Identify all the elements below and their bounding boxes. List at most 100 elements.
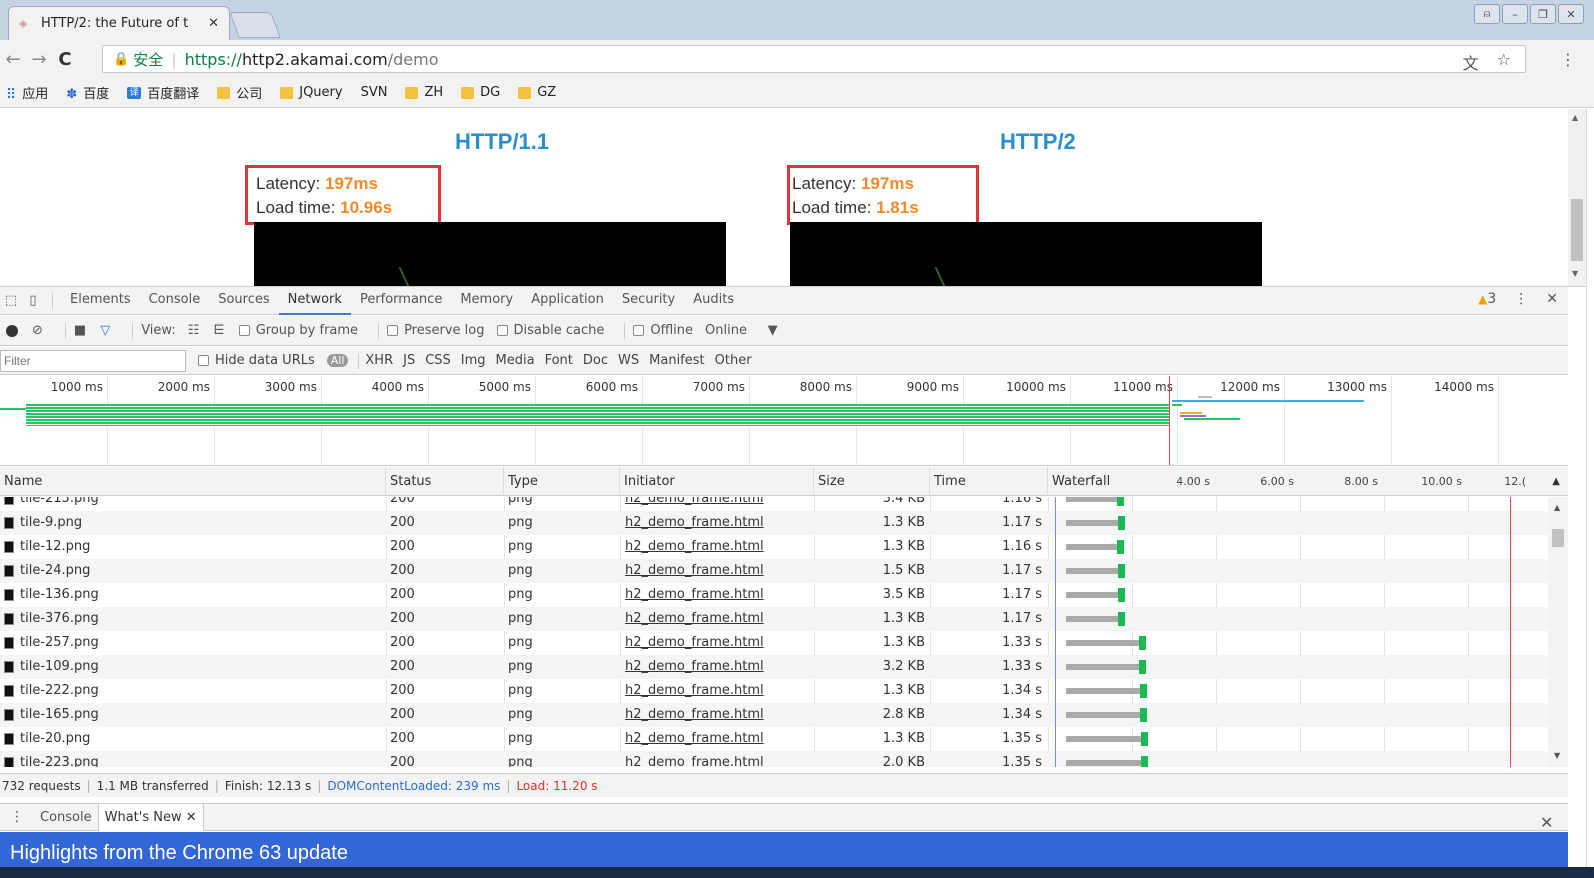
filter-type-all[interactable]: All (326, 354, 349, 367)
request-initiator-link[interactable]: h2_demo_frame.html (625, 751, 805, 767)
tab-network[interactable]: Network (278, 287, 351, 315)
filter-type-js[interactable]: JS (403, 353, 415, 368)
network-overview[interactable]: 1000 ms 2000 ms 3000 ms 4000 ms 5000 ms 6000 … (0, 376, 1568, 466)
filter-type-other[interactable]: Other (715, 353, 752, 368)
filter-type-media[interactable]: Media (496, 353, 535, 368)
bookmark-baidu-fanyi[interactable]: 译百度翻译 (127, 83, 199, 102)
filter-type-css[interactable]: CSS (425, 353, 451, 368)
close-tab-icon[interactable]: ✕ (186, 810, 197, 825)
bookmark-baidu[interactable]: ✽ 百度 (66, 83, 109, 103)
throttling-select[interactable]: Online ▼ (705, 323, 778, 338)
table-row[interactable]: tile-20.png 200 png h2_demo_frame.html 1.3 K… (0, 727, 1548, 751)
checkbox[interactable] (633, 325, 645, 336)
sort-ascending-icon[interactable]: ▲ (1552, 467, 1560, 496)
browser-tab[interactable]: ◈ HTTP/2: the Future of t ✕ (8, 6, 230, 40)
tab-close-icon[interactable]: ✕ (208, 16, 219, 31)
request-initiator-link[interactable]: h2_demo_frame.html (625, 655, 805, 679)
record-icon[interactable] (6, 324, 18, 337)
offline-checkbox[interactable]: Offline (633, 323, 693, 338)
checkbox[interactable] (198, 355, 209, 366)
bookmark-folder-dg[interactable]: DG (461, 85, 500, 100)
disable-cache-checkbox[interactable]: Disable cache (496, 323, 604, 338)
bookmark-folder-gongsi[interactable]: 公司 (217, 83, 262, 102)
drawer-tab-whats-new[interactable]: What's New ✕ (97, 803, 204, 831)
table-row[interactable]: tile-215.png 200 png h2_demo_frame.html 3.4 … (0, 497, 1548, 511)
column-initiator[interactable]: Initiator (620, 467, 814, 496)
inspect-element-icon[interactable]: ⬚ (0, 293, 22, 308)
table-row[interactable]: tile-222.png 200 png h2_demo_frame.html 1.3 … (0, 679, 1548, 703)
table-row[interactable]: tile-109.png 200 png h2_demo_frame.html 3.2 … (0, 655, 1548, 679)
hide-data-urls-checkbox[interactable]: Hide data URLs (198, 353, 315, 368)
table-row[interactable]: tile-376.png 200 png h2_demo_frame.html 1.3 … (0, 607, 1548, 631)
bookmark-folder-gz[interactable]: GZ (518, 85, 556, 100)
filter-type-xhr[interactable]: XHR (365, 353, 393, 368)
tab-application[interactable]: Application (522, 287, 613, 315)
preserve-log-checkbox[interactable]: Preserve log (387, 323, 485, 338)
filter-type-manifest[interactable]: Manifest (649, 353, 704, 368)
scroll-up-icon[interactable]: ▲ (1572, 113, 1578, 122)
translate-page-icon[interactable]: 文 (1463, 50, 1479, 74)
request-initiator-link[interactable]: h2_demo_frame.html (625, 535, 805, 559)
forward-icon[interactable]: → (26, 49, 52, 70)
request-initiator-link[interactable]: h2_demo_frame.html (625, 559, 805, 583)
filter-type-font[interactable]: Font (545, 353, 573, 368)
request-initiator-link[interactable]: h2_demo_frame.html (625, 631, 805, 655)
restore-icon[interactable]: ❐ (1530, 4, 1556, 24)
omnibox[interactable]: 🔒 安全 | https://http2.akamai.com/demo 文 ☆ (102, 45, 1526, 73)
back-icon[interactable]: ← (0, 49, 26, 70)
tab-elements[interactable]: Elements (61, 287, 140, 315)
new-tab-button[interactable] (229, 12, 281, 38)
request-initiator-link[interactable]: h2_demo_frame.html (625, 703, 805, 727)
table-row[interactable]: tile-257.png 200 png h2_demo_frame.html 1.3 … (0, 631, 1548, 655)
scroll-down-icon[interactable]: ▼ (1554, 751, 1560, 760)
checkbox[interactable] (238, 325, 250, 336)
table-row[interactable]: tile-12.png 200 png h2_demo_frame.html 1.3 K… (0, 535, 1548, 559)
table-row[interactable]: tile-165.png 200 png h2_demo_frame.html 2.8 … (0, 703, 1548, 727)
chrome-menu-icon[interactable]: ⋮ (1560, 50, 1576, 69)
drawer-tab-console[interactable]: Console (34, 804, 98, 831)
drawer-menu-icon[interactable]: ⋮ (0, 809, 34, 825)
large-rows-icon[interactable]: ☷ (188, 323, 200, 338)
request-initiator-link[interactable]: h2_demo_frame.html (625, 679, 805, 703)
user-profile-icon[interactable]: ⍝ (1474, 4, 1500, 24)
device-toolbar-icon[interactable]: ▯ (22, 293, 44, 308)
table-row[interactable]: tile-136.png 200 png h2_demo_frame.html 3.5 … (0, 583, 1548, 607)
request-initiator-link[interactable]: h2_demo_frame.html (625, 497, 805, 511)
bookmark-apps[interactable]: ⠿ 应用 (6, 83, 48, 103)
column-type[interactable]: Type (504, 467, 620, 496)
scroll-up-icon[interactable]: ▲ (1554, 503, 1560, 512)
request-initiator-link[interactable]: h2_demo_frame.html (625, 583, 805, 607)
bookmark-folder-jquery[interactable]: JQuery (280, 85, 343, 100)
tab-performance[interactable]: Performance (351, 287, 451, 315)
group-by-frame-checkbox[interactable]: Group by frame (238, 323, 358, 338)
table-row[interactable]: tile-24.png 200 png h2_demo_frame.html 1.5 K… (0, 559, 1548, 583)
filter-type-doc[interactable]: Doc (583, 353, 608, 368)
scroll-down-icon[interactable]: ▼ (1572, 269, 1578, 278)
column-name[interactable]: Name (0, 467, 386, 496)
checkbox[interactable] (387, 325, 399, 336)
checkbox[interactable] (496, 325, 508, 336)
page-scrollbar[interactable]: ▲ ▼ (1568, 109, 1586, 286)
request-initiator-link[interactable]: h2_demo_frame.html (625, 511, 805, 535)
filter-type-ws[interactable]: WS (618, 353, 639, 368)
request-initiator-link[interactable]: h2_demo_frame.html (625, 607, 805, 631)
tab-audits[interactable]: Audits (684, 287, 743, 315)
warnings-counter[interactable]: ▲3 (1478, 291, 1496, 307)
devtools-close-icon[interactable]: ✕ (1546, 291, 1558, 307)
table-row[interactable]: tile-223.png 200 png h2_demo_frame.html 2.0 … (0, 751, 1548, 767)
filter-icon[interactable]: ▽ (100, 323, 110, 338)
tab-console[interactable]: Console (140, 287, 210, 315)
filter-input[interactable] (0, 349, 186, 372)
tab-memory[interactable]: Memory (451, 287, 522, 315)
devtools-menu-icon[interactable]: ⋮ (1514, 291, 1528, 307)
minimize-icon[interactable]: – (1502, 4, 1528, 24)
bookmark-star-icon[interactable]: ☆ (1497, 50, 1511, 74)
close-window-icon[interactable]: ✕ (1558, 4, 1584, 24)
clear-icon[interactable]: ⊘ (32, 323, 43, 338)
tab-security[interactable]: Security (613, 287, 684, 315)
drawer-close-icon[interactable]: ✕ (1540, 813, 1553, 832)
bookmark-svn[interactable]: SVN (0, 85, 387, 200)
filter-type-img[interactable]: Img (461, 353, 486, 368)
column-time[interactable]: Time (930, 467, 1048, 496)
show-overview-icon[interactable]: ⋿ (213, 323, 224, 338)
